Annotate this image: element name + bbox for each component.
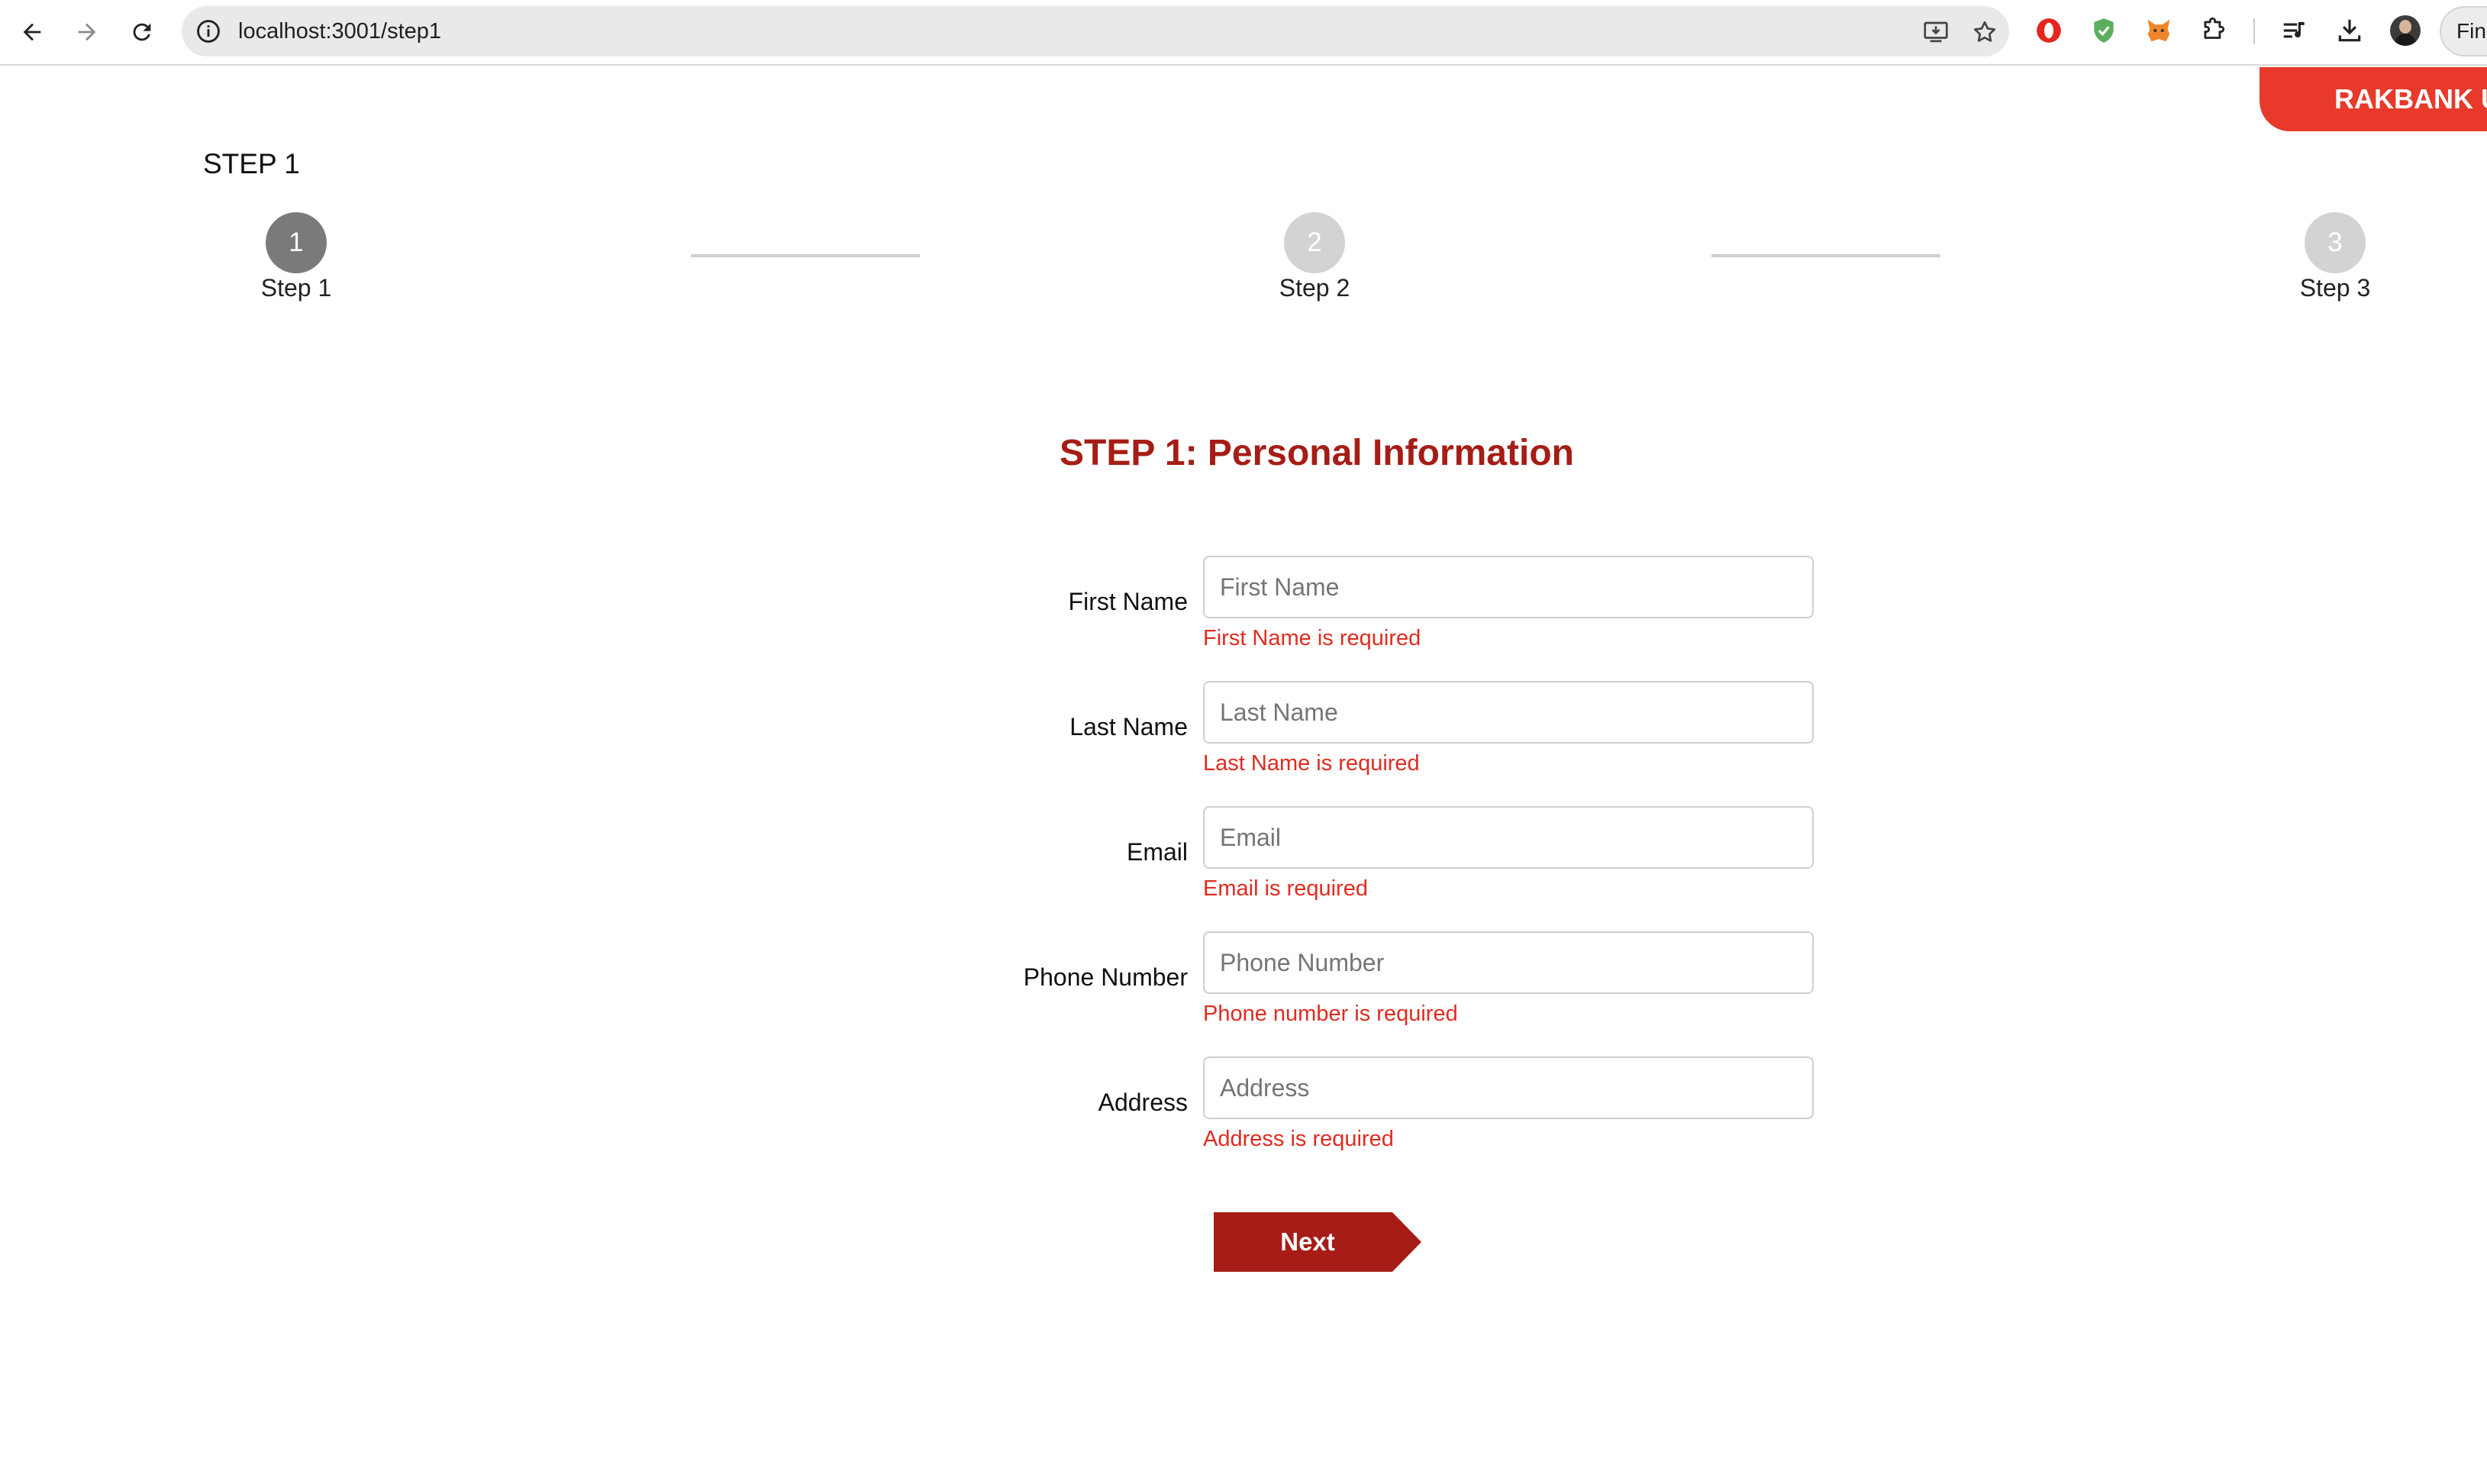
fox-icon[interactable] [2142,14,2176,47]
phone-number-error: Phone number is required [1203,1002,1458,1026]
reload-button[interactable] [124,14,160,50]
step-1-label: Step 1 [260,274,332,302]
step-2-circle: 2 [1284,212,1345,273]
puzzle-icon[interactable] [2197,14,2231,47]
last-name-error: Last Name is required [1203,751,1420,776]
install-app-icon[interactable] [1922,18,1950,46]
address-label: Address [1098,1089,1188,1116]
step-3-circle: 3 [2305,212,2366,273]
step-1-circle: 1 [266,212,327,273]
opera-icon[interactable] [2032,14,2066,47]
arrow-left-icon [23,23,41,41]
next-button[interactable]: Next [1214,1212,1421,1272]
browser-toolbar: localhost:3001/step1 Fin [0,0,2487,66]
first-name-error: First Name is required [1203,626,1421,650]
media-queue-icon[interactable] [2278,14,2311,47]
stepper-connector [691,254,920,257]
form-title: STEP 1: Personal Information [1060,433,1574,473]
arrow-right-icon [78,23,96,41]
back-button[interactable] [14,14,50,50]
address-bar[interactable]: localhost:3001/step1 [182,6,2009,56]
phone-number-label: Phone Number [1023,963,1188,991]
toolbar-divider [2253,18,2255,44]
address-url[interactable]: localhost:3001/step1 [238,6,441,56]
avatar[interactable] [2390,15,2421,46]
stepper-connector [1711,254,1940,257]
reload-icon [133,23,151,41]
email-error: Email is required [1203,876,1368,901]
phone-number-input[interactable] [1203,931,1814,994]
forward-button[interactable] [69,14,105,50]
address-error: Address is required [1203,1127,1394,1151]
brand-tab: RAKBANK U [2260,67,2487,131]
download-icon[interactable] [2333,14,2366,47]
shield-check-icon[interactable] [2087,14,2121,47]
page-heading: STEP 1 [203,148,300,179]
profile-pill[interactable]: Fin [2440,6,2487,56]
email-label: Email [1126,838,1188,866]
email-input[interactable] [1203,806,1814,869]
info-icon[interactable] [195,18,221,44]
step-3-label: Step 3 [2299,274,2371,302]
last-name-input[interactable] [1203,681,1814,744]
star-icon[interactable] [1971,18,1998,46]
first-name-input[interactable] [1203,556,1814,618]
address-input[interactable] [1203,1057,1814,1119]
first-name-label: First Name [1068,588,1188,615]
last-name-label: Last Name [1069,713,1188,740]
step-2-label: Step 2 [1279,274,1350,302]
